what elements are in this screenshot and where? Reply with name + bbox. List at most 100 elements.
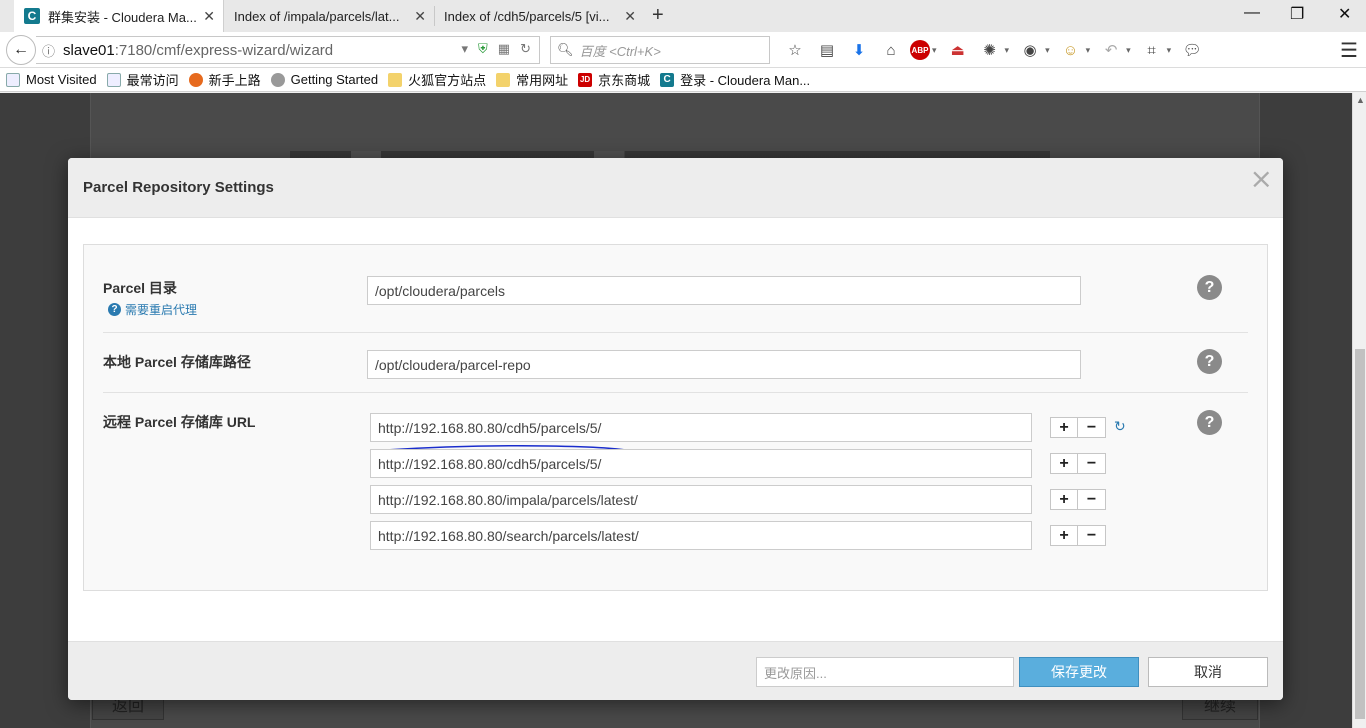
restore-icon[interactable]: ❐ xyxy=(1290,4,1304,24)
bookmark-cloudera-login[interactable]: C 登录 - Cloudera Man... xyxy=(660,70,810,89)
local-repo-input[interactable]: /opt/cloudera/parcel-repo xyxy=(367,350,1081,379)
change-reason-input[interactable]: 更改原因... xyxy=(756,657,1014,687)
chevron-down-icon[interactable]: ▾ xyxy=(1005,45,1010,56)
bookmark-getting-started[interactable]: Getting Started xyxy=(270,72,379,87)
cloudera-icon: C xyxy=(660,72,675,87)
bookmark-firefox-site[interactable]: 火狐官方站点 xyxy=(388,70,486,89)
search-placeholder: 百度 <Ctrl+K> xyxy=(579,43,661,59)
restart-note-text: 需要重启代理 xyxy=(125,303,198,317)
bookmark-label: 新手上路 xyxy=(208,73,261,88)
chevron-down-icon[interactable]: ▾ xyxy=(1167,45,1172,56)
bookmark-jd[interactable]: JD 京东商城 xyxy=(578,70,650,89)
address-bar[interactable]: ⓘ slave01:7180/cmf/express-wizard/wizard… xyxy=(36,36,540,64)
help-icon[interactable]: ? xyxy=(1197,275,1222,300)
remove-url-button[interactable]: − xyxy=(1078,453,1106,474)
cancel-button[interactable]: 取消 xyxy=(1148,657,1268,687)
bookmark-newbie[interactable]: 新手上路 xyxy=(188,70,261,89)
doc-icon xyxy=(106,72,121,87)
refresh-icon[interactable]: ↻ xyxy=(1114,418,1126,435)
shield-icon[interactable]: ⛨ xyxy=(478,41,488,57)
add-url-button[interactable]: + xyxy=(1050,525,1078,546)
restart-required-note[interactable]: ? 需要重启代理 xyxy=(108,301,197,318)
url-path: :7180/cmf/express-wizard/wizard xyxy=(114,41,334,59)
bookmark-frequent[interactable]: 最常访问 xyxy=(106,70,179,89)
url-host: slave01 xyxy=(63,41,115,59)
back-arrow-icon[interactable]: ← xyxy=(6,35,36,65)
parcel-settings-dialog: Parcel Repository Settings × Parcel 目录 ?… xyxy=(68,158,1283,700)
adblock-icon[interactable]: ABP xyxy=(910,40,930,60)
row-divider xyxy=(103,392,1248,393)
bookmark-most-visited[interactable]: Most Visited xyxy=(6,72,97,87)
close-icon[interactable]: ✕ xyxy=(624,8,636,25)
chat-icon[interactable]: 💬︎ xyxy=(1179,40,1205,60)
dialog-footer: 更改原因... 保存更改 取消 xyxy=(68,641,1283,700)
cloudera-favicon-icon: C xyxy=(24,8,40,24)
bug-icon[interactable]: ✺ xyxy=(977,40,1003,60)
bookmark-label: 常用网址 xyxy=(516,73,569,88)
save-changes-button[interactable]: 保存更改 xyxy=(1019,657,1139,687)
hamburger-menu-icon[interactable]: ☰ xyxy=(1340,38,1358,63)
download-icon[interactable]: ⬇ xyxy=(846,40,872,60)
page-scrollbar[interactable]: ▲ xyxy=(1352,93,1366,728)
chevron-down-icon[interactable]: ▾ xyxy=(932,45,937,56)
close-icon[interactable]: × xyxy=(1250,162,1273,195)
browser-tab-2[interactable]: Index of /impala/parcels/lat... ✕ xyxy=(224,0,434,32)
bookmarks-bar: Most Visited 最常访问 新手上路 Getting Started 火… xyxy=(0,68,1366,92)
remote-url-input[interactable]: http://192.168.80.80/cdh5/parcels/5/ xyxy=(370,449,1032,478)
chevron-down-icon[interactable]: ▾ xyxy=(1045,45,1050,56)
url-row-buttons: + − xyxy=(1050,525,1106,546)
settings-form: Parcel 目录 ? 需要重启代理 /opt/cloudera/parcels… xyxy=(83,244,1268,591)
scroll-up-arrow-icon[interactable]: ▲ xyxy=(1356,95,1365,105)
browser-tab-3[interactable]: Index of /cdh5/parcels/5 [vi... ✕ xyxy=(434,0,644,32)
doc-icon xyxy=(6,72,20,87)
remove-url-button[interactable]: − xyxy=(1078,525,1106,546)
browser-tab-1[interactable]: C 群集安装 - Cloudera Ma... ✕ xyxy=(14,0,224,32)
minimize-icon[interactable]: — xyxy=(1244,4,1260,22)
folder-icon xyxy=(496,72,511,87)
close-icon[interactable]: ✕ xyxy=(414,8,426,25)
info-icon[interactable]: ⓘ xyxy=(42,41,55,60)
navigation-bar: ← ⓘ slave01:7180/cmf/express-wizard/wiza… xyxy=(0,32,1366,68)
remove-url-button[interactable]: − xyxy=(1078,417,1106,438)
dropdown-arrow-icon[interactable]: ▾ xyxy=(462,41,469,57)
remote-repo-label: 远程 Parcel 存储库 URL xyxy=(103,414,256,430)
window-close-icon[interactable]: ✕ xyxy=(1338,4,1351,24)
home-icon[interactable]: ⌂ xyxy=(878,40,904,60)
jd-icon: JD xyxy=(578,72,593,87)
local-repo-label: 本地 Parcel 存储库路径 xyxy=(103,354,251,370)
bookmark-common-sites[interactable]: 常用网址 xyxy=(496,70,568,89)
url-row-buttons: + − xyxy=(1050,417,1106,438)
help-icon[interactable]: ? xyxy=(1197,349,1222,374)
remove-url-button[interactable]: − xyxy=(1078,489,1106,510)
parcel-dir-input[interactable]: /opt/cloudera/parcels xyxy=(367,276,1081,305)
add-url-button[interactable]: + xyxy=(1050,453,1078,474)
reload-icon[interactable]: ↻ xyxy=(520,41,531,57)
remote-url-input[interactable]: http://192.168.80.80/search/parcels/late… xyxy=(370,521,1032,550)
search-box[interactable]: 🔍︎ 百度 <Ctrl+K> xyxy=(550,36,770,64)
crop-icon[interactable]: ⌗ xyxy=(1139,40,1165,60)
bookmark-label: 最常访问 xyxy=(126,73,179,88)
bookmark-label: Getting Started xyxy=(290,72,379,87)
folder-icon xyxy=(388,72,403,87)
chevron-down-icon[interactable]: ▾ xyxy=(1126,45,1131,56)
undo-icon[interactable]: ↶ xyxy=(1098,40,1124,60)
monkey-icon[interactable]: ☺ xyxy=(1058,40,1084,60)
close-icon[interactable]: ✕ xyxy=(203,8,215,25)
url-row-buttons: + − xyxy=(1050,453,1106,474)
pdf-icon[interactable]: ⏏ xyxy=(945,40,971,60)
add-url-button[interactable]: + xyxy=(1050,489,1078,510)
eye-icon[interactable]: ◉ xyxy=(1017,40,1043,60)
remote-url-input[interactable]: http://192.168.80.80/cdh5/parcels/5/ xyxy=(370,413,1032,442)
new-tab-plus-icon[interactable]: + xyxy=(652,4,664,27)
bookmark-label: Most Visited xyxy=(26,72,97,87)
remote-url-input[interactable]: http://192.168.80.80/impala/parcels/late… xyxy=(370,485,1032,514)
parcel-dir-label: Parcel 目录 xyxy=(103,280,177,296)
qr-code-icon[interactable]: ▦ xyxy=(498,41,510,57)
reading-list-icon[interactable]: ▤ xyxy=(814,40,840,60)
help-icon[interactable]: ? xyxy=(1197,410,1222,435)
url-row-buttons: + − xyxy=(1050,489,1106,510)
bookmark-star-icon[interactable]: ☆ xyxy=(782,40,808,60)
chevron-down-icon[interactable]: ▾ xyxy=(1086,45,1091,56)
scrollbar-thumb[interactable] xyxy=(1355,349,1365,719)
add-url-button[interactable]: + xyxy=(1050,417,1078,438)
